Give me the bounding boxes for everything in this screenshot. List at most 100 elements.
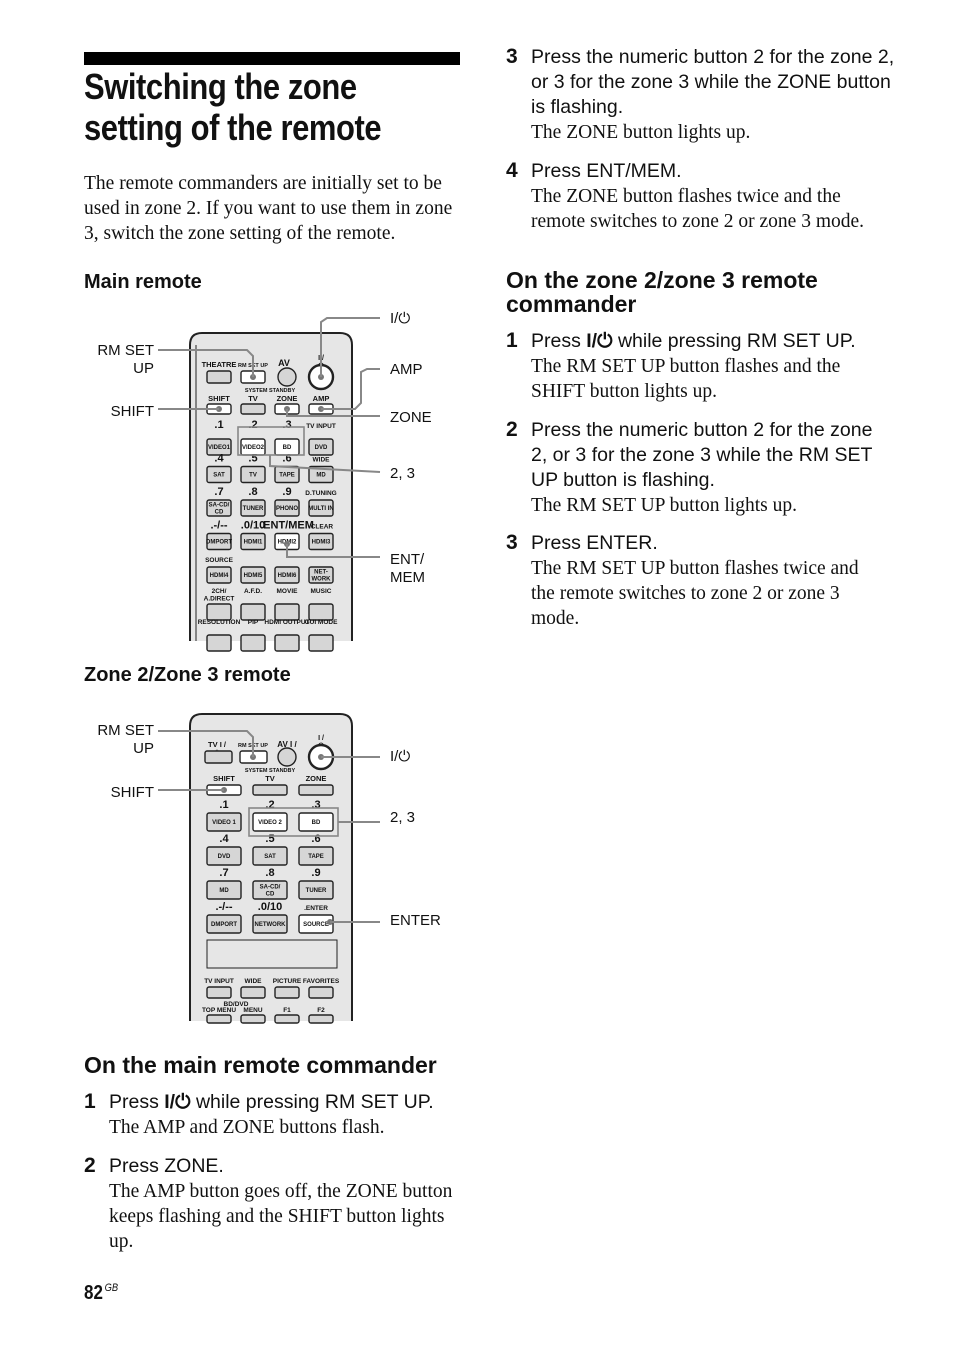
step-result: The RM SET UP button flashes twice and t… [531, 558, 859, 629]
av-power-button [277, 367, 297, 387]
grid-button-label: DMPORT [206, 540, 232, 546]
step-number: 1 [506, 329, 518, 352]
grid-top-label: RESOLUTION [198, 619, 241, 626]
page-suffix: GB [104, 1282, 119, 1294]
grid-button-label: TAPE [279, 473, 295, 479]
grid-button-label: DMPORT [211, 922, 237, 928]
grid-top-label: .5 [265, 833, 274, 845]
grid-button-label: TV [249, 473, 257, 479]
grid-top-label: D.TUNING [305, 490, 336, 497]
label-row: ZONE [306, 774, 327, 783]
grid-top-label: .3 [282, 419, 291, 431]
grid-button-label: SA-CD/ [209, 503, 230, 509]
step-result: The ZONE button flashes twice and the re… [531, 186, 865, 232]
power-icon: I/⏻ [164, 1091, 191, 1113]
av-power-button [277, 747, 297, 767]
bottom-button [206, 986, 232, 999]
step-result: The ZONE button lights up. [531, 122, 751, 143]
grid-button-label: PHONO [276, 506, 298, 512]
step-number: 2 [506, 418, 518, 441]
label-row-shift: SHIFT [208, 394, 230, 403]
bottom-button [206, 1014, 232, 1024]
grid-button-label: SOURCE [303, 922, 329, 928]
grid-top-label: .3 [311, 799, 320, 811]
step-number: 1 [84, 1090, 96, 1113]
power-icon: I/⏻ [586, 330, 613, 352]
main-section-heading: On the main remote commander [84, 1052, 437, 1078]
grid-button-label: SA-CD/ [260, 885, 281, 891]
grid-button-label: BD [312, 820, 321, 826]
grid-top-label: .ENT/MEM [260, 520, 314, 532]
grid-top-label: .1 [219, 799, 228, 811]
theatre-button [206, 370, 232, 384]
row-button [252, 784, 288, 796]
row-button [298, 784, 334, 796]
main-step-4: 4 Press ENT/MEM. The ZONE button flashes… [506, 159, 896, 234]
grid-top-label: WIDE [313, 457, 331, 464]
label-power: I / [318, 735, 324, 742]
callout-zone-shift: SHIFT [110, 784, 154, 801]
step-result: The AMP button goes off, the ZONE button… [109, 1181, 453, 1252]
main-step-2: 2 Press ZONE. The AMP button goes off, t… [84, 1154, 464, 1254]
instr-text: Press [109, 1091, 165, 1113]
label-row-tv: TV [248, 394, 258, 403]
bottom-label: MENU [243, 1007, 262, 1014]
grid-top-label: TV INPUT [306, 423, 336, 430]
grid-button-label: WORK [312, 577, 332, 583]
grid-button-label: SAT [213, 473, 225, 479]
bottom-label: PICTURE [273, 978, 302, 985]
step-result: The RM SET UP button lights up. [531, 495, 797, 516]
zone-step-3: 3 Press ENTER. The RM SET UP button flas… [506, 531, 884, 631]
grid-button [206, 634, 232, 652]
bottom-button [308, 1014, 334, 1024]
grid-button [308, 603, 334, 621]
zone-section-heading: On the zone 2/zone 3 remote commander [506, 267, 818, 317]
step-result: The RM SET UP button flashes and the SHI… [531, 356, 841, 402]
step-instruction: Press I/⏻ while pressing RM SET UP. [109, 1090, 464, 1115]
grid-button-label: VIDEO 1 [212, 820, 236, 826]
grid-top-label: A.DIRECT [204, 596, 235, 603]
grid-top-label: .0/10 [258, 901, 282, 913]
grid-button [274, 603, 300, 621]
grid-button [206, 603, 232, 621]
grid-button-label: TUNER [306, 888, 327, 894]
grid-top-label: .6 [311, 833, 320, 845]
grid-button-label: NET- [314, 570, 328, 576]
step-number: 2 [84, 1154, 96, 1177]
label-row-zone: ZONE [277, 394, 298, 403]
grid-button-label: CD [215, 510, 224, 516]
instr-text: Press [531, 330, 587, 352]
step-result: The AMP and ZONE buttons flash. [109, 1117, 385, 1138]
bottom-label: TOP MENU [202, 1007, 236, 1014]
grid-top-label: .7 [219, 867, 228, 879]
grid-top-label: MUSIC [311, 588, 332, 595]
bottom-label: F2 [317, 1007, 325, 1014]
grid-button-label: NETWORK [255, 922, 287, 928]
step-instruction: Press ZONE. [109, 1155, 224, 1177]
grid-top-label: .2 [265, 799, 274, 811]
zone-step-2: 2 Press the numeric button 2 for the zon… [506, 418, 884, 518]
grid-button-label: CD [266, 892, 275, 898]
page-number: 82 GB [84, 1282, 118, 1305]
grid-button-label: VIDEO 2 [258, 820, 282, 826]
grid-top-label: .9 [311, 867, 320, 879]
grid-button-label: SAT [264, 854, 276, 860]
grid-button-label: HDMI4 [210, 573, 229, 579]
grid-top-label: .4 [219, 833, 229, 845]
grid-button-label: VIDEO2 [242, 445, 265, 451]
grid-top-label: .-/-- [210, 520, 227, 532]
instr-text: while pressing RM SET UP. [190, 1091, 434, 1113]
bottom-label: TV INPUT [204, 978, 234, 985]
grid-button [240, 603, 266, 621]
zone-step-1: 1 Press I/⏻ while pressing RM SET UP. Th… [506, 329, 896, 404]
callout-zone-enter: ENTER [390, 912, 441, 929]
grid-top-label: SOURCE [205, 557, 233, 564]
step-instruction: Press ENT/MEM. [531, 160, 682, 182]
step-instruction: Press the numeric button 2 for the zone … [531, 46, 895, 118]
step-instruction: Press ENTER. [531, 532, 658, 554]
grid-button-label: VIDEO1 [208, 445, 231, 451]
grid-button-label: HDMI5 [244, 573, 263, 579]
step-number: 3 [506, 45, 518, 68]
grid-button-label: BD [283, 445, 292, 451]
callout-zone-2-3: 2, 3 [390, 809, 416, 826]
